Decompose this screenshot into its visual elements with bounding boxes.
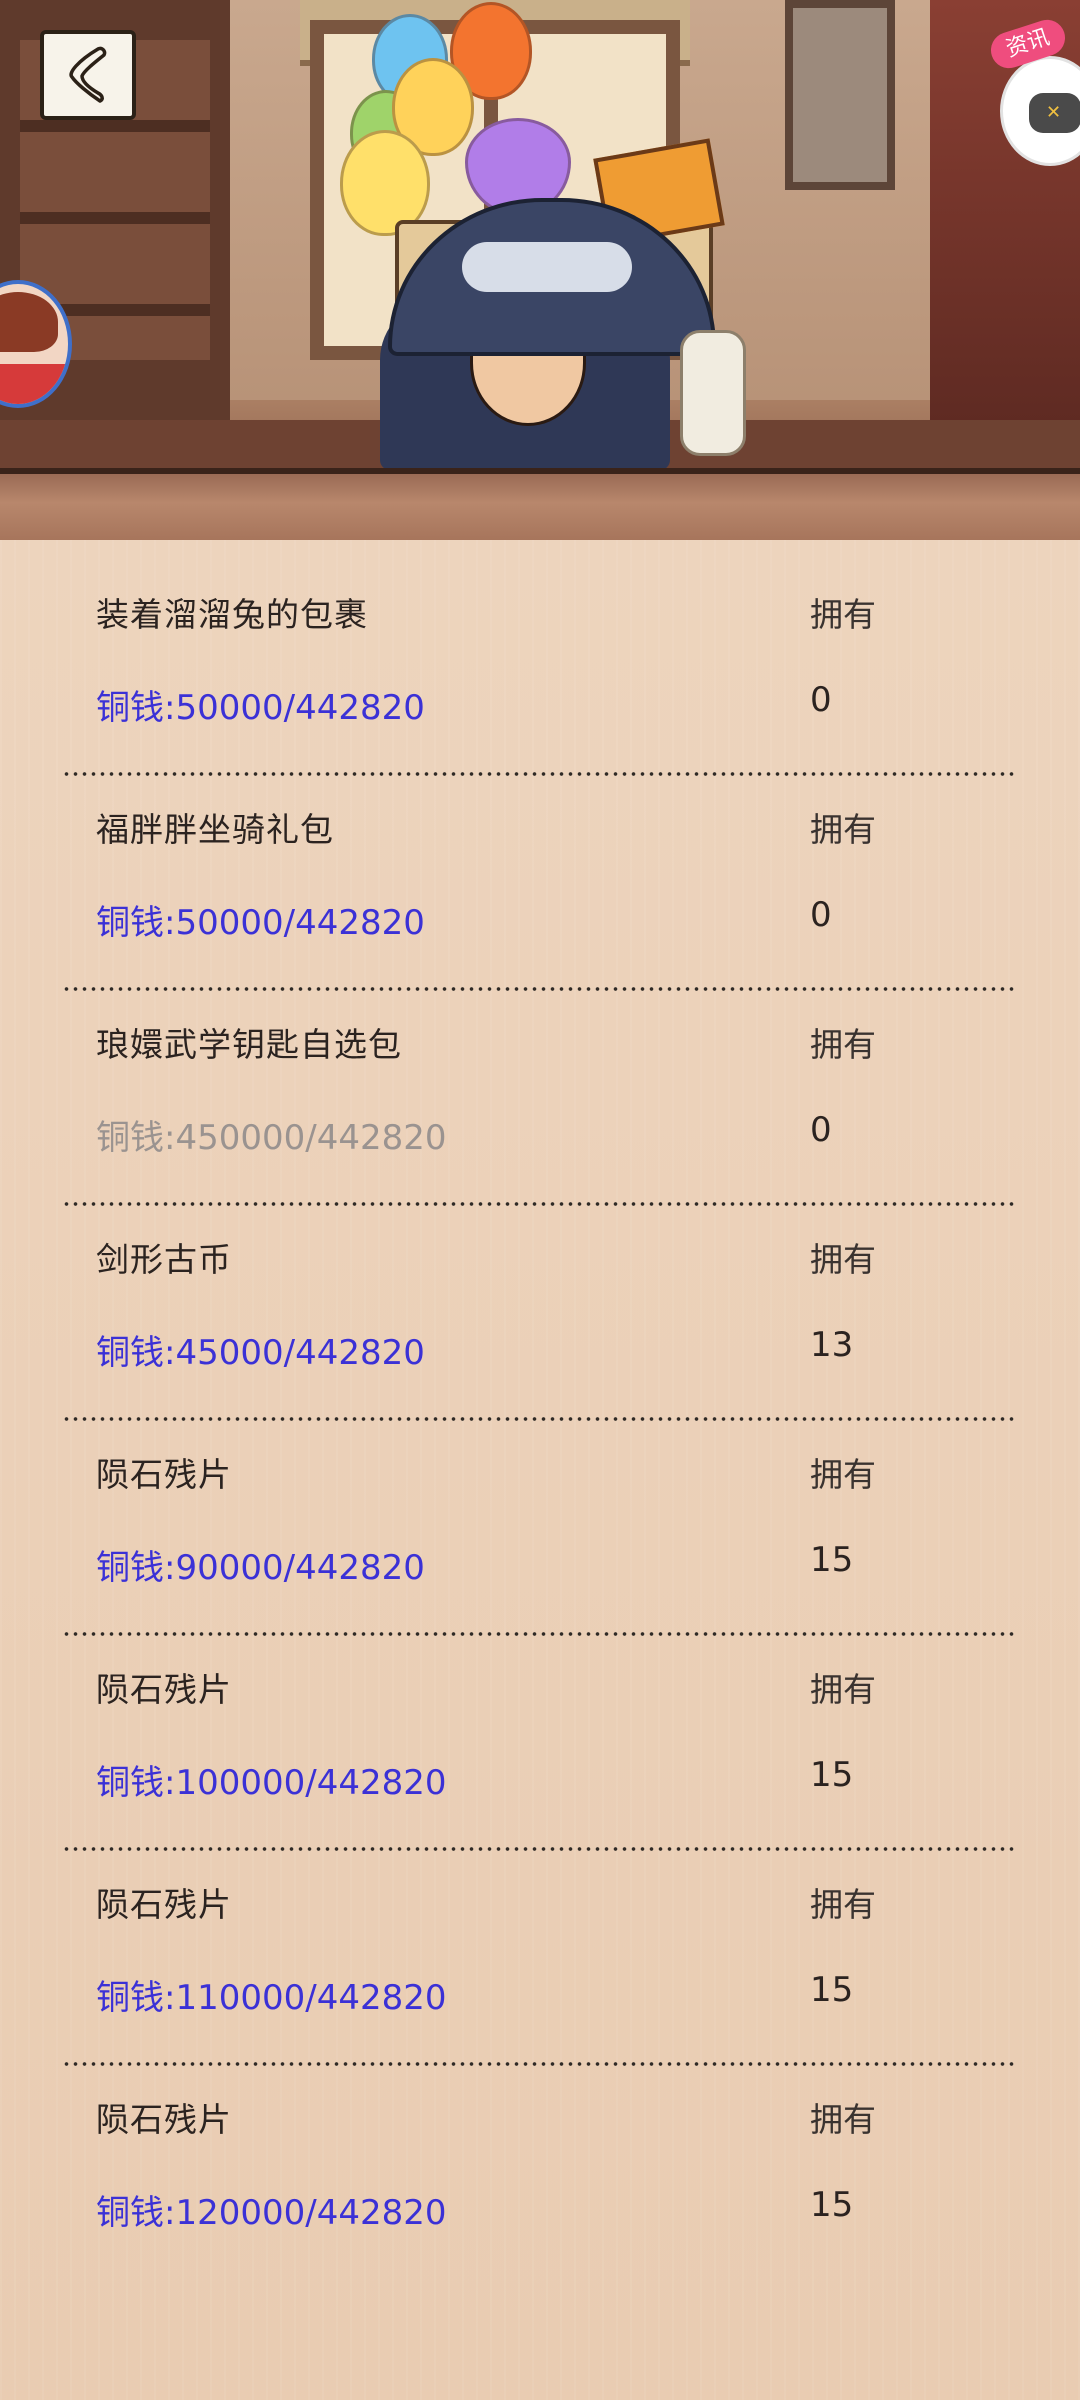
item-name: 陨石残片: [96, 1670, 232, 1709]
owned-label: 拥有: [810, 1240, 876, 1279]
owned-count: 15: [810, 1540, 854, 1580]
owned-label: 拥有: [810, 2100, 876, 2139]
item-price: 铜钱:100000/442820: [96, 1763, 447, 1803]
owned-count: 15: [810, 1755, 854, 1795]
item-name: 剑形古币: [96, 1240, 232, 1279]
owned-count: 15: [810, 2185, 854, 2225]
item-price: 铜钱:50000/442820: [96, 688, 425, 728]
owned-count: 0: [810, 680, 832, 720]
item-name: 陨石残片: [96, 1885, 232, 1924]
list-item[interactable]: 琅嬛武学钥匙自选包 拥有 铜钱:450000/442820 0: [0, 970, 1080, 1206]
item-price: 铜钱:50000/442820: [96, 903, 425, 943]
item-price: 铜钱:450000/442820: [96, 1118, 447, 1158]
item-name: 陨石残片: [96, 1455, 232, 1494]
paper-roll: [680, 330, 746, 456]
owned-count: 0: [810, 895, 832, 935]
shop-item-list[interactable]: 装着溜溜兔的包裹 拥有 铜钱:50000/442820 0 福胖胖坐骑礼包 拥有…: [0, 540, 1080, 2400]
owned-count: 0: [810, 1110, 832, 1150]
item-price: 铜钱:110000/442820: [96, 1978, 447, 2018]
banner-wall-scroll: [785, 0, 895, 190]
item-price: 铜钱:45000/442820: [96, 1333, 425, 1373]
item-price: 铜钱:120000/442820: [96, 2193, 447, 2233]
item-price: 铜钱:90000/442820: [96, 1548, 425, 1588]
owned-label: 拥有: [810, 1885, 876, 1924]
list-item[interactable]: 陨石残片 拥有 铜钱:120000/442820 15: [0, 2045, 1080, 2260]
list-item[interactable]: 陨石残片 拥有 铜钱:100000/442820 15: [0, 1615, 1080, 1851]
shop-banner: [0, 0, 1080, 540]
list-item[interactable]: 装着溜溜兔的包裹 拥有 铜钱:50000/442820 0: [0, 540, 1080, 776]
back-button[interactable]: [40, 30, 136, 120]
list-item[interactable]: 陨石残片 拥有 铜钱:110000/442820 15: [0, 1830, 1080, 2066]
shop-counter: [0, 468, 1080, 540]
back-arrow-icon: [69, 46, 107, 103]
owned-label: 拥有: [810, 595, 876, 634]
item-name: 装着溜溜兔的包裹: [96, 595, 368, 634]
owned-label: 拥有: [810, 1025, 876, 1064]
list-item[interactable]: 陨石残片 拥有 铜钱:90000/442820 15: [0, 1400, 1080, 1636]
gamepad-icon: [1029, 93, 1080, 133]
item-name: 福胖胖坐骑礼包: [96, 810, 334, 849]
list-item[interactable]: 剑形古币 拥有 铜钱:45000/442820 13: [0, 1185, 1080, 1421]
owned-label: 拥有: [810, 1670, 876, 1709]
owned-count: 15: [810, 1970, 854, 2010]
owned-count: 13: [810, 1325, 854, 1365]
list-item[interactable]: 福胖胖坐骑礼包 拥有 铜钱:50000/442820 0: [0, 755, 1080, 991]
owned-label: 拥有: [810, 1455, 876, 1494]
item-name: 陨石残片: [96, 2100, 232, 2139]
item-name: 琅嬛武学钥匙自选包: [96, 1025, 402, 1064]
owned-label: 拥有: [810, 810, 876, 849]
